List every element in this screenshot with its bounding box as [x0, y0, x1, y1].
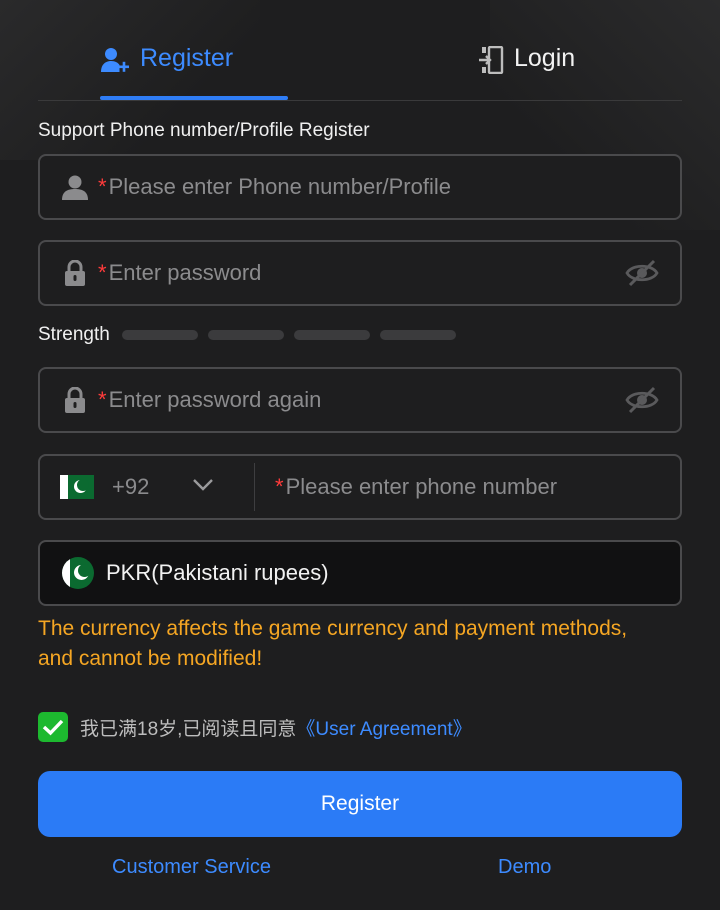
- active-tab-indicator: [100, 96, 288, 100]
- user-agreement-link[interactable]: 《User Agreement》: [296, 714, 471, 741]
- tab-login[interactable]: Login: [478, 28, 678, 99]
- chevron-down-icon: [192, 478, 214, 497]
- tab-login-label: Login: [514, 44, 576, 72]
- country-code-selector[interactable]: +92: [60, 463, 255, 511]
- pakistan-flag-icon: [62, 557, 94, 589]
- phone-input[interactable]: [285, 474, 680, 500]
- user-icon: [62, 173, 88, 201]
- required-mark: *: [98, 387, 107, 412]
- profile-input[interactable]: [108, 174, 680, 200]
- tab-register-label: Register: [140, 44, 234, 72]
- password-field[interactable]: *: [38, 240, 682, 306]
- support-label: Support Phone number/Profile Register: [38, 120, 370, 141]
- eye-off-icon[interactable]: [624, 385, 660, 415]
- country-code: +92: [112, 474, 150, 499]
- tab-register[interactable]: Register: [100, 28, 350, 99]
- currency-label: PKR(Pakistani rupees): [106, 560, 329, 585]
- password-strength: Strength: [38, 324, 466, 346]
- phone-field[interactable]: +92 *: [38, 454, 682, 520]
- auth-tabs: Register Login: [38, 28, 682, 101]
- customer-service-link[interactable]: Customer Service: [112, 856, 271, 879]
- confirm-password-field[interactable]: *: [38, 367, 682, 433]
- lock-icon: [62, 386, 88, 414]
- strength-bar: [379, 330, 456, 340]
- currency-display: PKR(Pakistani rupees): [38, 540, 682, 606]
- strength-bar: [121, 330, 198, 340]
- strength-bar: [293, 330, 370, 340]
- strength-label: Strength: [38, 324, 110, 345]
- add-user-icon: [100, 44, 130, 81]
- profile-field[interactable]: *: [38, 154, 682, 220]
- required-mark: *: [98, 174, 107, 199]
- password-input[interactable]: [108, 260, 624, 286]
- register-button[interactable]: Register: [38, 771, 682, 837]
- strength-bar: [207, 330, 284, 340]
- currency-warning: The currency affects the game currency a…: [38, 617, 628, 670]
- required-mark: *: [275, 474, 284, 499]
- agreement-row: 我已满18岁,已阅读且同意 《User Agreement》: [38, 712, 472, 742]
- eye-off-icon[interactable]: [624, 258, 660, 288]
- check-icon: [42, 719, 64, 736]
- required-mark: *: [98, 260, 107, 285]
- pakistan-flag-icon: [60, 475, 94, 499]
- confirm-password-input[interactable]: [108, 387, 624, 413]
- login-door-icon: [478, 44, 504, 81]
- lock-icon: [62, 259, 88, 287]
- demo-link[interactable]: Demo: [498, 856, 551, 879]
- agreement-checkbox[interactable]: [38, 712, 68, 742]
- agreement-text: 我已满18岁,已阅读且同意: [80, 718, 297, 740]
